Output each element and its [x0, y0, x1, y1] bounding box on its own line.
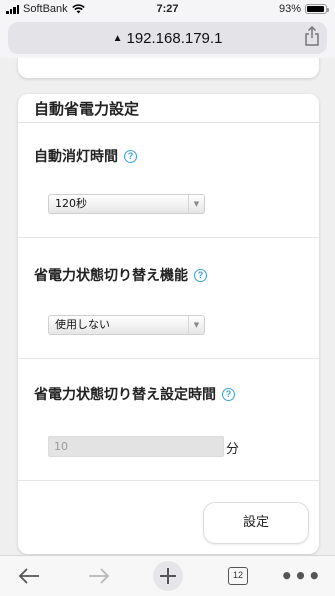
forward-button[interactable]: [86, 562, 112, 590]
power-save-label: 省電力状態切り替え機能: [34, 268, 188, 284]
address-bar[interactable]: ▲ 192.168.179.1: [8, 22, 327, 54]
divider: [18, 122, 319, 123]
tabs-count: 12: [228, 567, 248, 585]
power-save-value: 使用しない: [55, 318, 110, 331]
chevron-down-icon: ▼: [188, 195, 204, 213]
more-icon: •••: [280, 564, 322, 588]
power-save-label-row: 省電力状態切り替え機能 ?: [34, 265, 207, 285]
switch-time-label-row: 省電力状態切り替え設定時間 ?: [34, 384, 235, 404]
switch-time-input[interactable]: 10: [48, 436, 224, 457]
power-save-select[interactable]: 使用しない ▼: [48, 315, 205, 335]
previous-card: [18, 58, 319, 78]
status-bar: SoftBank 7:27 93%: [0, 0, 335, 18]
address-bar-area: ▲ 192.168.179.1: [0, 18, 335, 58]
auto-off-label-row: 自動消灯時間 ?: [34, 146, 137, 166]
switch-time-placeholder: 10: [54, 440, 68, 453]
arrow-right-icon: [89, 568, 110, 584]
tabs-button[interactable]: 12: [227, 562, 249, 590]
auto-power-save-card: 自動省電力設定 自動消灯時間 ? 120秒 ▼ 省電力状態切り替え機能 ? 使用…: [18, 94, 319, 554]
auto-off-label: 自動消灯時間: [34, 149, 118, 165]
browser-toolbar: 12 •••: [0, 555, 335, 596]
more-button[interactable]: •••: [280, 562, 320, 590]
help-icon[interactable]: ?: [194, 268, 207, 282]
help-icon[interactable]: ?: [222, 387, 235, 401]
switch-time-label: 省電力状態切り替え設定時間: [34, 387, 216, 403]
submit-button[interactable]: 設定: [203, 502, 309, 544]
battery-percent: 93%: [278, 3, 301, 15]
new-tab-button[interactable]: [151, 560, 185, 592]
divider: [18, 358, 319, 359]
chevron-down-icon: ▼: [188, 316, 204, 334]
page-content: 自動省電力設定 自動消灯時間 ? 120秒 ▼ 省電力状態切り替え機能 ? 使用…: [0, 58, 335, 555]
battery-icon: [305, 4, 329, 14]
divider: [18, 480, 319, 481]
url-text: 192.168.179.1: [126, 29, 223, 47]
auto-off-select[interactable]: 120秒 ▼: [48, 194, 205, 214]
card-title: 自動省電力設定: [34, 100, 140, 118]
plus-icon: [153, 561, 183, 591]
back-button[interactable]: [16, 562, 42, 590]
minutes-unit: 分: [226, 442, 240, 457]
lock-icon: ▲: [112, 32, 123, 44]
auto-off-value: 120秒: [55, 197, 87, 210]
help-icon[interactable]: ?: [124, 149, 137, 163]
arrow-left-icon: [18, 568, 39, 584]
share-icon[interactable]: [303, 26, 321, 46]
divider: [18, 237, 319, 238]
